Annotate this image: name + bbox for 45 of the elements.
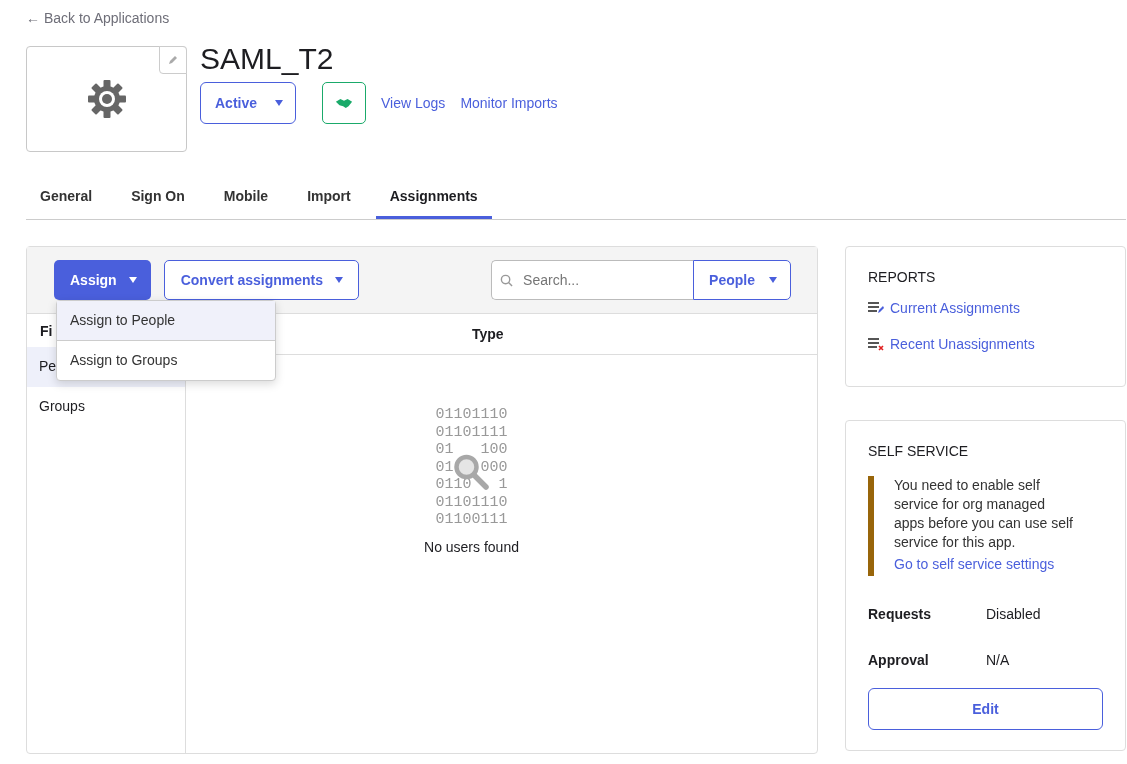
- assign-button[interactable]: Assign: [54, 260, 151, 300]
- menu-item[interactable]: Assign to People: [57, 301, 275, 340]
- field-label: Approval: [868, 652, 930, 668]
- tab[interactable]: Sign On: [117, 176, 199, 219]
- header-link[interactable]: View Logs: [381, 95, 446, 111]
- caret-icon: [128, 277, 137, 283]
- status-dropdown[interactable]: Active: [200, 82, 297, 124]
- tab[interactable]: Import: [293, 176, 365, 219]
- tab[interactable]: Assignments: [375, 176, 492, 219]
- empty-message: No users found: [424, 538, 519, 555]
- column-header: Type: [472, 326, 504, 342]
- table-pencil-icon: [868, 301, 884, 315]
- field-value: Disabled: [986, 606, 1041, 622]
- app-title: SAML_T2: [200, 42, 335, 76]
- menu-item[interactable]: Assign to Groups: [57, 340, 275, 380]
- report-link[interactable]: Recent Unassignments: [890, 336, 1035, 352]
- search-field[interactable]: Search...: [491, 260, 694, 300]
- field-value: N/A: [986, 652, 1010, 668]
- card-title: SELF SERVICE: [868, 443, 970, 459]
- tab[interactable]: General: [26, 176, 107, 219]
- caret-icon: [335, 277, 344, 283]
- header-link[interactable]: Monitor Imports: [460, 95, 558, 111]
- people-dropdown[interactable]: People: [693, 260, 791, 300]
- binary-illustration: 01101110 01101111 01 100 01 000 0110 1 01101110 01100111: [435, 406, 508, 529]
- back-link[interactable]: ← Back to Applications: [26, 10, 170, 26]
- tab[interactable]: Mobile: [209, 176, 283, 219]
- gear-icon: [86, 79, 127, 119]
- filters-heading: Fi: [40, 323, 53, 339]
- notice-text: You need to enable self service for org managed apps before you can use self service for this app.: [894, 476, 1074, 552]
- table-x-icon: [868, 337, 884, 351]
- card-title: REPORTS: [868, 269, 937, 285]
- edit-button[interactable]: Edit: [868, 688, 1103, 730]
- search-input[interactable]: Search...: [521, 271, 676, 289]
- convert-assignments-button[interactable]: Convert assignments: [163, 260, 360, 300]
- settings-link[interactable]: Go to self service settings: [894, 556, 1055, 572]
- search-icon: [500, 273, 514, 287]
- filter-item[interactable]: Groups: [27, 387, 185, 427]
- handshake-icon: [335, 97, 354, 109]
- caret-icon: [769, 277, 777, 283]
- edit-logo-button[interactable]: [159, 46, 187, 74]
- pencil-icon: [167, 54, 179, 66]
- handshake-button[interactable]: [322, 82, 367, 124]
- field-label: Requests: [868, 606, 933, 622]
- report-link[interactable]: Current Assignments: [890, 300, 1020, 316]
- caret-icon: [275, 100, 284, 106]
